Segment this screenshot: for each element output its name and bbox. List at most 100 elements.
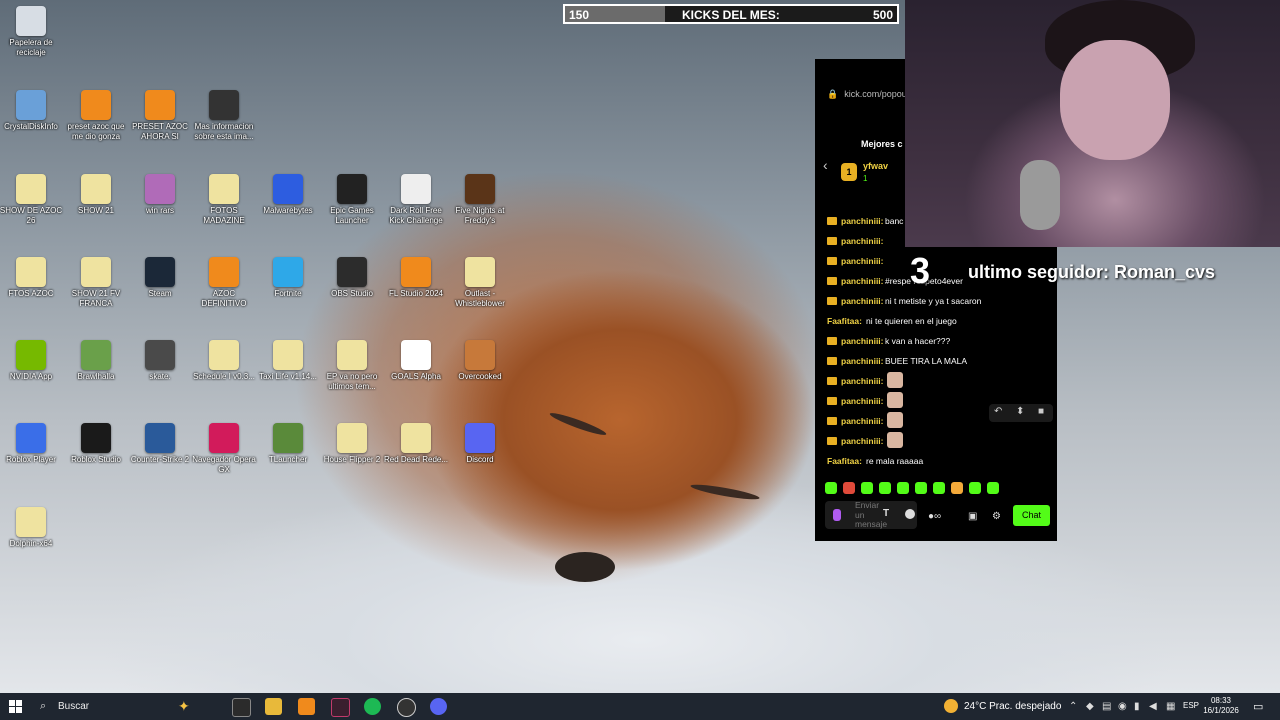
desktop-icon[interactable]: SHOW 21 — [63, 174, 129, 216]
desktop-icon[interactable]: FL Studio 2024 — [383, 257, 449, 299]
file-explorer-icon[interactable] — [265, 698, 282, 715]
desktop-icon[interactable]: win rars — [127, 174, 193, 216]
desktop-icon[interactable]: SHOW 21 FV FRANCA — [63, 257, 129, 309]
microphone-icon[interactable]: ▮ — [1134, 701, 1140, 712]
chat-username[interactable]: panchiniii: — [841, 336, 884, 346]
chat-username[interactable]: panchiniii: — [841, 256, 884, 266]
desktop-icon[interactable]: Discord — [447, 423, 513, 465]
desktop-icon[interactable]: FOTOS MADAZINE — [191, 174, 257, 226]
fl-studio-icon[interactable] — [298, 698, 315, 715]
emote-button[interactable] — [933, 482, 945, 494]
chat-message[interactable]: Faafitaa: ni te quieren en el juego — [815, 311, 1057, 331]
desktop-icon[interactable]: Dark Roll Free Kick Challenge — [383, 174, 449, 226]
chat-username[interactable]: panchiniii: — [841, 436, 884, 446]
desktop-icon[interactable]: EP va no pero ultimos tem... — [319, 340, 385, 392]
chat-username[interactable]: panchiniii: — [841, 376, 884, 386]
desktop-icon[interactable]: Roblox Studio — [63, 423, 129, 465]
chat-username[interactable]: panchiniii: — [841, 416, 884, 426]
network-icon[interactable]: ▦ — [1166, 701, 1175, 712]
desktop-icon[interactable]: TLauncher — [255, 423, 321, 465]
chat-username[interactable]: panchiniii: — [841, 276, 884, 286]
chat-username[interactable]: panchiniii: — [841, 356, 884, 366]
notifications-icon[interactable]: ▭ — [1253, 700, 1263, 713]
desktop-icon[interactable]: Malwarebytes — [255, 174, 321, 216]
chat-username[interactable]: Faafitaa: — [827, 316, 862, 326]
desktop-icon[interactable]: Red Dead Rede... — [383, 423, 449, 465]
emote-button[interactable] — [897, 482, 909, 494]
chat-message[interactable]: panchiniii: BUEE TIRA LA MALA — [815, 351, 1057, 371]
desktop-icon[interactable]: Outlast - Whistleblower — [447, 257, 513, 309]
desktop-icon[interactable]: Mas informacion sobre esta ima... — [191, 90, 257, 142]
obs-icon[interactable] — [397, 698, 416, 717]
desktop-icon[interactable]: Brawlhalla — [63, 340, 129, 382]
desktop-icon[interactable]: PRESET AZOC AHORA SI — [127, 90, 193, 142]
desktop-icon[interactable]: NVIDIA App — [0, 340, 64, 382]
chat-username[interactable]: panchiniii: — [841, 216, 884, 226]
chat-input[interactable]: Enviar un mensaje T — [825, 500, 917, 529]
emote-button[interactable] — [969, 482, 981, 494]
desktop-icon[interactable]: House Flipper 2 — [319, 423, 385, 465]
desktop-icon[interactable]: CrystalDiskInfo — [0, 90, 64, 132]
send-chat-button[interactable]: Chat — [1013, 505, 1050, 526]
url-bar[interactable]: 🔒 kick.com/popou — [827, 89, 907, 100]
weather-icon[interactable] — [944, 699, 958, 713]
desktop-icon[interactable]: Navegador Opera GX — [191, 423, 257, 475]
chat-message[interactable]: panchiniii: — [815, 371, 1057, 391]
desktop-icon[interactable]: Steam — [127, 257, 193, 299]
text-format-icon[interactable]: T — [883, 508, 889, 519]
desktop-icon[interactable]: Papelera de reciclaje — [0, 6, 64, 58]
microphone-icon[interactable] — [833, 509, 841, 521]
desktop-icon[interactable]: Schedule I v0.3... — [191, 340, 257, 382]
chat-username[interactable]: panchiniii: — [841, 236, 884, 246]
top-gifter-name[interactable]: yfwav — [863, 161, 888, 171]
emote-button[interactable] — [915, 482, 927, 494]
pin-icon[interactable]: ⬍ — [1016, 406, 1024, 417]
emote-button[interactable] — [861, 482, 873, 494]
desktop-icon[interactable]: GOALS Alpha — [383, 340, 449, 382]
desktop-icon[interactable]: Five Nights at Freddy's — [447, 174, 513, 226]
desktop-icon[interactable]: OBS Studio — [319, 257, 385, 299]
trash-icon[interactable]: ■ — [1038, 406, 1044, 417]
chevron-left-icon[interactable]: ‹ — [823, 157, 828, 173]
desktop-icon[interactable]: FTOS AZOC — [0, 257, 64, 299]
emote-button[interactable] — [825, 482, 837, 494]
tray-app-icon[interactable]: ◉ — [1118, 701, 1127, 712]
desktop-icon[interactable]: Fortnite — [255, 257, 321, 299]
chat-message[interactable]: panchiniii: — [815, 431, 1057, 451]
chat-message[interactable]: panchiniii: ni t metiste y ya t sacaron — [815, 291, 1057, 311]
discord-icon[interactable] — [430, 698, 447, 715]
desktop-icon[interactable]: Dolphin-x64 — [0, 507, 64, 549]
speaker-icon[interactable]: ◀ — [1149, 701, 1157, 712]
desktop-icon[interactable]: skate. — [127, 340, 193, 382]
chat-username[interactable]: Faafitaa: — [827, 456, 862, 466]
desktop-icon[interactable]: preset azoc que me dio gonza — [63, 90, 129, 142]
desktop-icon[interactable]: AZOC DEFINITIVO — [191, 257, 257, 309]
emote-button[interactable] — [843, 482, 855, 494]
chevron-up-icon[interactable]: ⌃ — [1069, 701, 1077, 712]
emoji-icon[interactable] — [905, 509, 915, 519]
emote-button[interactable] — [879, 482, 891, 494]
tray-app-icon[interactable]: ▤ — [1102, 701, 1111, 712]
desktop-icon[interactable]: Roblox Player — [0, 423, 64, 465]
users-icon[interactable]: ●∞ — [928, 511, 941, 522]
desktop-icon[interactable]: Taxi Life v1.14... — [255, 340, 321, 382]
opera-gx-icon[interactable] — [331, 698, 350, 717]
chat-username[interactable]: panchiniii: — [841, 396, 884, 406]
desktop-icon[interactable]: Overcooked — [447, 340, 513, 382]
chat-message[interactable]: Faafitaa: re mala raaaaa — [815, 451, 1057, 471]
taskbar-search[interactable]: ⌕ Buscar ✦ — [36, 693, 220, 720]
reply-icon[interactable]: ↶ — [994, 406, 1002, 417]
weather-text[interactable]: 24°C Prac. despejado — [964, 701, 1061, 712]
spotify-icon[interactable] — [364, 698, 381, 715]
emote-button[interactable] — [951, 482, 963, 494]
windows-start-button[interactable] — [9, 700, 22, 713]
clock[interactable]: 08:33 16/1/2026 — [1200, 696, 1242, 716]
language-indicator[interactable]: ESP — [1183, 701, 1199, 710]
emote-button[interactable] — [987, 482, 999, 494]
store-icon[interactable]: ▣ — [968, 511, 977, 522]
desktop-icon[interactable]: SHOW DE AZOC 26 — [0, 174, 64, 226]
desktop-icon[interactable]: Counter-Strike 2 — [127, 423, 193, 465]
gear-icon[interactable]: ⚙ — [992, 511, 1001, 522]
task-view-icon[interactable] — [232, 698, 251, 717]
chat-username[interactable]: panchiniii: — [841, 296, 884, 306]
